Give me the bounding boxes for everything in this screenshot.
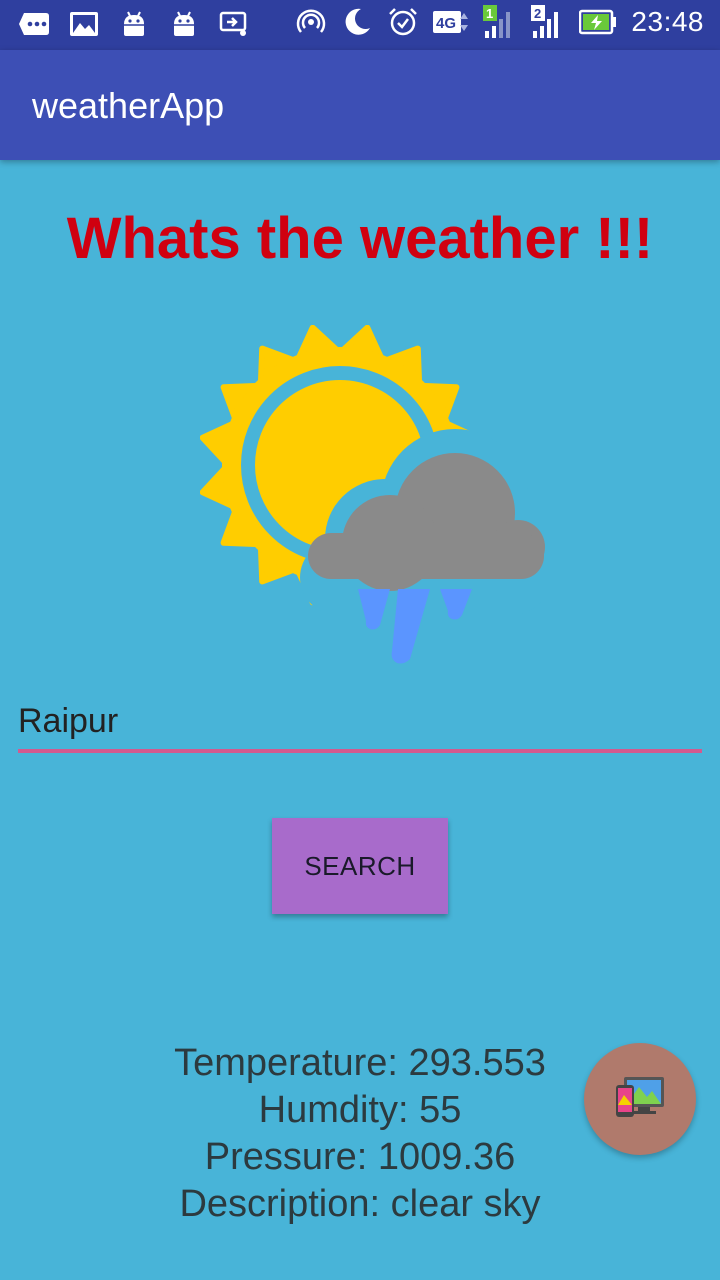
system-icons: 4G 1 2 23:48 (295, 5, 704, 38)
description-text: Description: clear sky (179, 1183, 541, 1225)
signal-icon: 1 (483, 5, 517, 38)
cast-icon (218, 8, 250, 40)
sun-cloud-rain-icon (199, 324, 566, 670)
app-bar: weatherApp (0, 50, 720, 160)
notification-icons (18, 8, 250, 40)
network-type-icon: 4G (433, 6, 469, 38)
battery-charging-icon (579, 6, 617, 38)
hotspot-icon (295, 6, 327, 38)
clock: 23:48 (631, 6, 704, 37)
sim2-label: 2 (534, 6, 541, 21)
city-input[interactable] (18, 693, 702, 753)
image-icon (68, 8, 100, 40)
status-bar: 4G 1 2 23:48 (0, 0, 720, 50)
android-icon (118, 8, 150, 40)
fab-button[interactable] (584, 1043, 696, 1155)
sim1-label: 1 (486, 6, 493, 21)
devices-icon (614, 1075, 666, 1123)
moon-icon (341, 6, 373, 38)
android-icon (168, 8, 200, 40)
headline: Whats the weather !!! (66, 206, 654, 271)
network-type-label: 4G (436, 15, 456, 32)
more-icon (18, 8, 50, 40)
app-title: weatherApp (32, 85, 225, 126)
signal-icon: 2 (531, 5, 565, 38)
alarm-icon (387, 6, 419, 38)
search-button[interactable]: SEARCH (272, 818, 448, 914)
